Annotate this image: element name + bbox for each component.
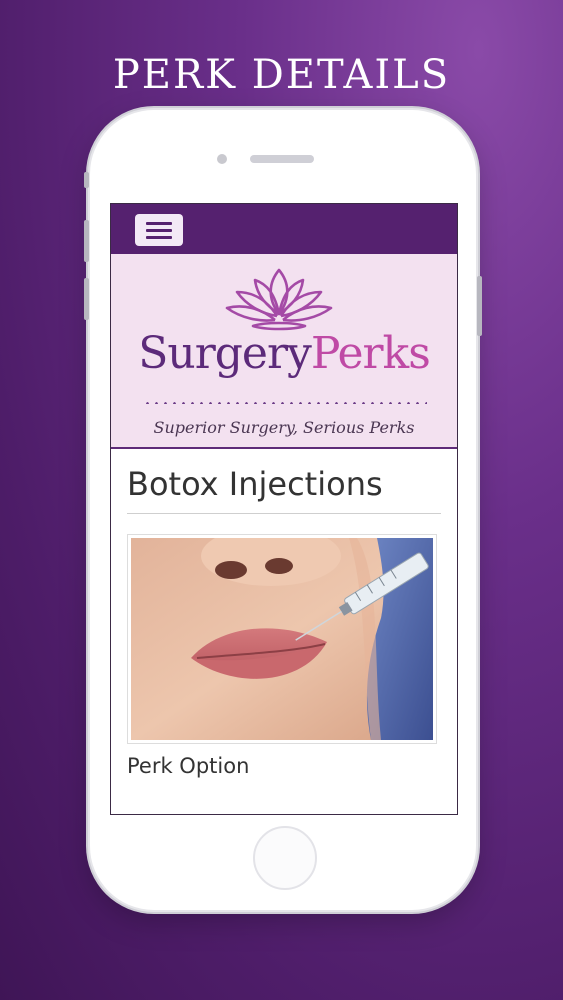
perk-option-label[interactable]: Perk Option (127, 754, 441, 778)
brand-name-part2: Perks (310, 328, 431, 379)
brand-tagline: Superior Surgery, Serious Perks (153, 418, 415, 437)
brand-header: SurgeryPerks Superior Surgery, Serious P… (111, 254, 457, 449)
volume-down-button (84, 278, 89, 320)
hamburger-menu-icon[interactable] (135, 214, 183, 246)
volume-up-button (84, 220, 89, 262)
lotus-icon (225, 268, 333, 331)
perk-content: Botox Injections Perk Option (111, 465, 457, 778)
dotted-divider (143, 402, 427, 404)
earpiece-speaker (250, 155, 314, 163)
power-button (477, 276, 482, 336)
phone-frame: SurgeryPerks Superior Surgery, Serious P… (84, 110, 482, 910)
brand-name-part1: Surgery (138, 328, 312, 379)
app-top-bar (111, 204, 457, 254)
home-button (253, 826, 317, 890)
mute-switch (84, 172, 89, 188)
botox-injection-photo (131, 538, 433, 740)
brand-name: SurgeryPerks (111, 328, 457, 379)
perk-image-frame[interactable] (127, 534, 437, 744)
phone-screen: SurgeryPerks Superior Surgery, Serious P… (110, 203, 458, 815)
front-camera (217, 154, 227, 164)
promo-headline: PERK DETAILS (112, 52, 451, 98)
page-title: Botox Injections (127, 465, 441, 514)
